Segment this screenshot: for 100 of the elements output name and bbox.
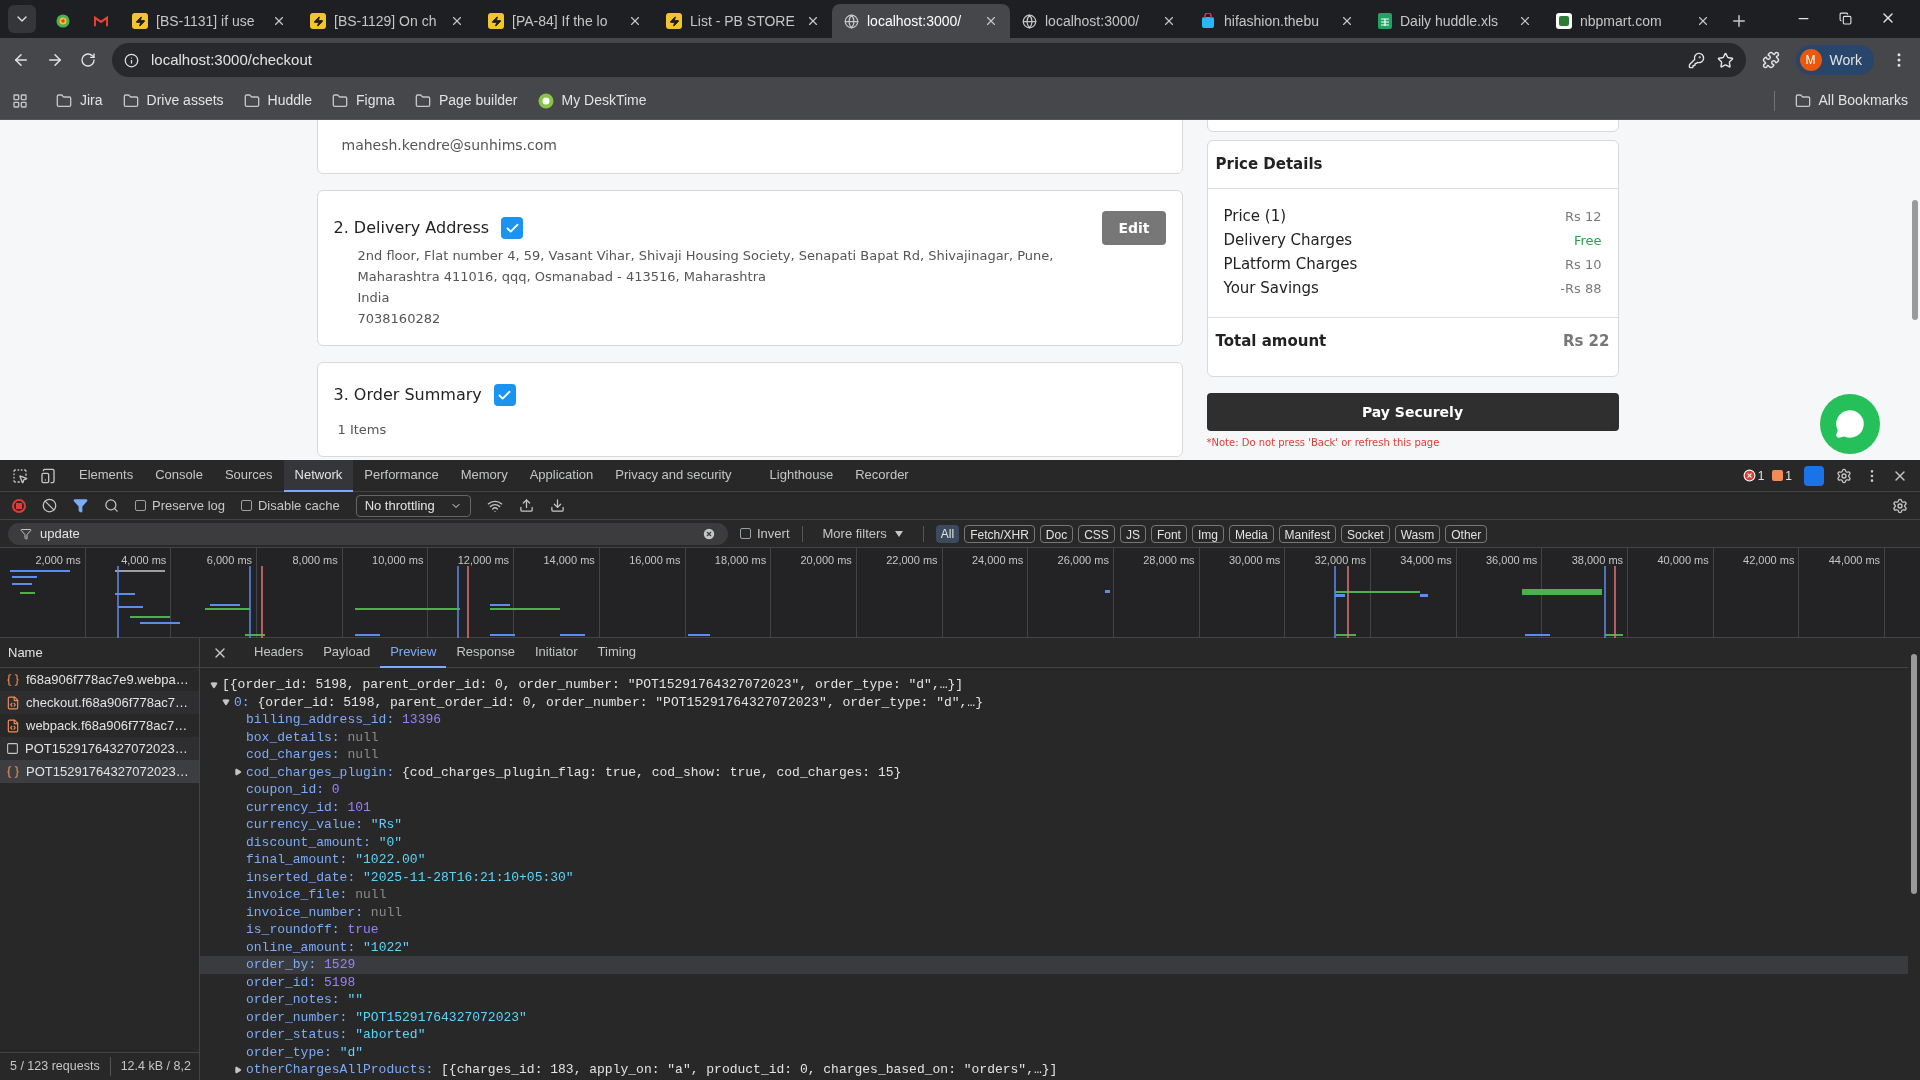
detail-tab[interactable]: Response (446, 637, 525, 668)
import-icon[interactable] (518, 498, 534, 513)
json-property-row[interactable]: order_id: 5198 (200, 973, 1908, 991)
device-toolbar-icon[interactable] (40, 467, 56, 484)
type-filter-chip[interactable]: Font (1150, 524, 1187, 543)
json-property-row[interactable]: currency_value: "Rs" (200, 816, 1908, 834)
search-icon[interactable] (104, 498, 119, 513)
collapsed-arrow-icon[interactable] (234, 1065, 242, 1074)
type-filter-chip[interactable]: Other (1445, 524, 1488, 543)
devtools-tab[interactable]: Recorder (844, 459, 920, 492)
json-property-row[interactable]: is_roundoff: true (200, 921, 1908, 939)
devtools-tab[interactable]: Application (518, 459, 605, 492)
more-filters-button[interactable]: More filters (814, 523, 911, 544)
checkbox[interactable] (241, 500, 252, 511)
devtools-tab[interactable]: Elements (68, 459, 145, 492)
error-count[interactable]: 1 (1742, 466, 1765, 485)
expanded-arrow-icon[interactable] (210, 680, 218, 689)
tab-search-button[interactable] (8, 5, 36, 33)
back-icon[interactable] (12, 51, 30, 69)
detail-tab[interactable]: Preview (380, 637, 447, 668)
json-property-row[interactable]: order_type: "d" (200, 1043, 1908, 1061)
json-property-row[interactable]: billing_address_id: 13396 (200, 711, 1908, 729)
devtools-tab[interactable]: Lighthouse (758, 459, 845, 492)
settings-icon[interactable] (1892, 497, 1908, 514)
type-filter-chip[interactable]: All (935, 524, 960, 543)
devtools-tab[interactable]: Privacy and security (604, 459, 743, 492)
clear-icon[interactable] (42, 498, 57, 513)
scrollbar[interactable] (1911, 654, 1917, 894)
key-icon[interactable] (1687, 51, 1705, 69)
site-info-icon[interactable] (124, 52, 139, 68)
bookmark[interactable]: My DeskTime (537, 90, 647, 111)
checkbox-option[interactable]: Invert (740, 523, 790, 544)
devtools-tab[interactable]: Console (144, 459, 214, 492)
request-row[interactable]: webpack.f68a906f778ac7… (0, 714, 199, 737)
bookmark[interactable]: Drive assets (122, 90, 224, 111)
detail-tab[interactable]: Headers (244, 637, 314, 668)
json-property-row[interactable]: final_amount: "1022.00" (200, 851, 1908, 869)
extensions-icon[interactable] (1761, 51, 1780, 69)
pay-button[interactable]: Pay Securely (1206, 393, 1619, 431)
close-icon[interactable] (272, 14, 286, 28)
close-icon[interactable] (1340, 14, 1354, 28)
detail-tab[interactable]: Initiator (524, 637, 588, 668)
bookmark[interactable]: Jira (56, 90, 103, 111)
close-icon[interactable] (628, 14, 642, 28)
devtools-tab[interactable]: Network (283, 459, 354, 492)
address-bar[interactable]: localhost:3000/checkout (112, 43, 1746, 77)
request-row[interactable]: checkout.f68a906f778ac7… (0, 691, 199, 714)
request-row[interactable]: f68a906f778ac7e9.webpa… (0, 668, 199, 691)
json-property-row[interactable]: order_status: "aborted" (200, 1026, 1908, 1044)
close-icon[interactable] (806, 14, 820, 28)
json-property-row[interactable]: invoice_number: null (200, 903, 1908, 921)
json-property-row[interactable]: online_amount: "1022" (200, 938, 1908, 956)
filter-icon[interactable] (73, 498, 88, 513)
json-property-row[interactable]: currency_id: 101 (200, 798, 1908, 816)
json-property-row[interactable]: order_number: "POT15291764327072023" (200, 1008, 1908, 1026)
json-property-row[interactable]: cod_charges: null (200, 746, 1908, 764)
expanded-arrow-icon[interactable] (222, 698, 230, 707)
close-icon[interactable] (1518, 14, 1532, 28)
json-property-row[interactable]: box_details: null (200, 728, 1908, 746)
type-filter-chip[interactable]: JS (1119, 524, 1146, 543)
close-icon[interactable] (1696, 14, 1710, 28)
clear-filter-icon[interactable] (702, 526, 716, 541)
filter-field[interactable]: update (8, 522, 728, 545)
devtools-tab[interactable]: Performance (353, 459, 450, 492)
json-property-row[interactable]: coupon_id: 0 (200, 781, 1908, 799)
scrollbar[interactable] (1912, 200, 1918, 320)
json-property-row[interactable]: order_by: 1529 (200, 956, 1908, 974)
type-filter-chip[interactable]: Wasm (1394, 524, 1441, 543)
warning-count[interactable]: 1 (1772, 466, 1792, 485)
record-icon[interactable] (12, 498, 26, 513)
close-icon[interactable] (1162, 14, 1176, 28)
json-property-row[interactable]: inserted_date: "2025-11-28T16:21:10+05:30" (200, 868, 1908, 886)
devtools-tab[interactable]: Memory (449, 459, 519, 492)
close-icon[interactable] (450, 14, 464, 28)
type-filter-chip[interactable]: Manifest (1278, 524, 1336, 543)
apps-icon[interactable] (12, 92, 28, 109)
checkbox[interactable] (135, 500, 146, 511)
checkbox[interactable] (740, 528, 751, 539)
collapsed-arrow-icon[interactable] (234, 768, 242, 777)
type-filter-chip[interactable]: Fetch/XHR (964, 524, 1035, 543)
json-property-row[interactable]: cod_charges_plugin: {cod_charges_plugin_flag: true, cod_show: true, cod_charges: 15} (200, 763, 1908, 781)
type-filter-chip[interactable]: Socket (1340, 524, 1390, 543)
json-summary[interactable]: [{order_id: 5198, parent_order_id: 0, order_number: "POT15291764327072023", order_type: "d",…}] (222, 675, 964, 695)
checkbox-option[interactable]: Disable cache (241, 495, 340, 516)
json-property-row[interactable]: discount_amount: "0" (200, 833, 1908, 851)
detail-tab[interactable]: Payload (313, 637, 381, 668)
request-row[interactable]: POT15291764327072023… (0, 737, 199, 760)
devtools-tab[interactable]: Sources (213, 459, 284, 492)
json-summary[interactable]: 0: {order_id: 5198, parent_order_id: 0, order_number: "POT15291764327072023", order_type: "d",…} (234, 692, 983, 712)
json-property-row[interactable]: order_notes: "" (200, 991, 1908, 1009)
throttling-select[interactable]: No throttling (355, 494, 471, 517)
type-filter-chip[interactable]: Media (1228, 524, 1274, 543)
bookmark[interactable]: Figma (331, 90, 395, 111)
bookmark[interactable]: Huddle (243, 90, 312, 111)
forward-icon[interactable] (46, 51, 64, 69)
inspect-icon[interactable] (12, 467, 28, 484)
reload-icon[interactable] (80, 52, 96, 68)
type-filter-chip[interactable]: Doc (1039, 524, 1074, 543)
profile-button[interactable]: M Work (1795, 45, 1874, 75)
bookmark-star-icon[interactable] (1716, 51, 1734, 69)
